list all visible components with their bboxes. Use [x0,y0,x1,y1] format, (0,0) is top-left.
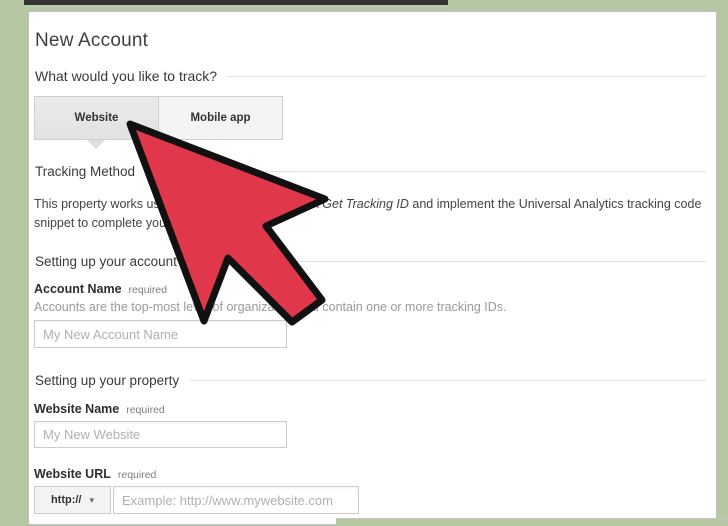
tab-website[interactable]: Website [34,96,159,140]
description-text: and implement the Universal Analytics tr… [409,197,702,211]
get-tracking-id-emphasis: Get Tracking ID [322,197,409,211]
property-section-row: Setting up your property [35,373,706,388]
divider-line [145,171,706,172]
protocol-selected-value: http:// [51,494,82,506]
track-question-row: What would you like to track? [35,68,706,84]
track-question-label: What would you like to track? [35,68,217,84]
account-section-heading: Setting up your account [35,254,177,269]
required-badge: required [118,469,157,481]
account-name-input[interactable] [34,320,287,348]
description-text: This property works using Universal Anal… [34,197,322,211]
website-url-input[interactable] [113,486,359,514]
divider-line [189,380,706,381]
tracking-type-tabs: Website Mobile app [34,96,283,140]
website-name-label-row: Website Name required [34,402,165,416]
tab-mobile-app[interactable]: Mobile app [158,96,283,140]
tracking-method-row: Tracking Method [35,164,706,179]
tab-website-label: Website [75,112,119,124]
tracking-method-description-line2: snippet to complete your set up. [34,216,211,230]
tracking-method-description-line1: This property works using Universal Anal… [34,197,701,211]
selected-tab-pointer [87,140,105,149]
property-section-heading: Setting up your property [35,373,179,388]
divider-line [187,261,706,262]
description-text: snippet to complete your set up. [34,216,211,230]
account-section-row: Setting up your account [35,254,706,269]
required-badge: required [129,284,168,296]
website-url-row: http:// ▾ [34,486,359,514]
divider-line [227,76,706,77]
website-name-label: Website Name [34,402,119,416]
chevron-down-icon: ▾ [90,495,95,506]
account-name-label: Account Name [34,282,122,296]
required-badge: required [126,404,165,416]
website-name-input[interactable] [34,421,287,448]
website-url-label: Website URL [34,467,111,481]
tracking-method-heading: Tracking Method [35,164,135,179]
new-account-page: New Account What would you like to track… [28,11,717,525]
page-title: New Account [35,30,148,52]
account-name-label-row: Account Name required [34,282,167,296]
account-help-text: Accounts are the top-most level of organ… [34,300,506,314]
website-url-label-row: Website URL required [34,467,156,481]
top-crop-artifact [24,0,448,5]
tab-mobile-app-label: Mobile app [190,112,250,124]
protocol-dropdown[interactable]: http:// ▾ [34,486,111,514]
